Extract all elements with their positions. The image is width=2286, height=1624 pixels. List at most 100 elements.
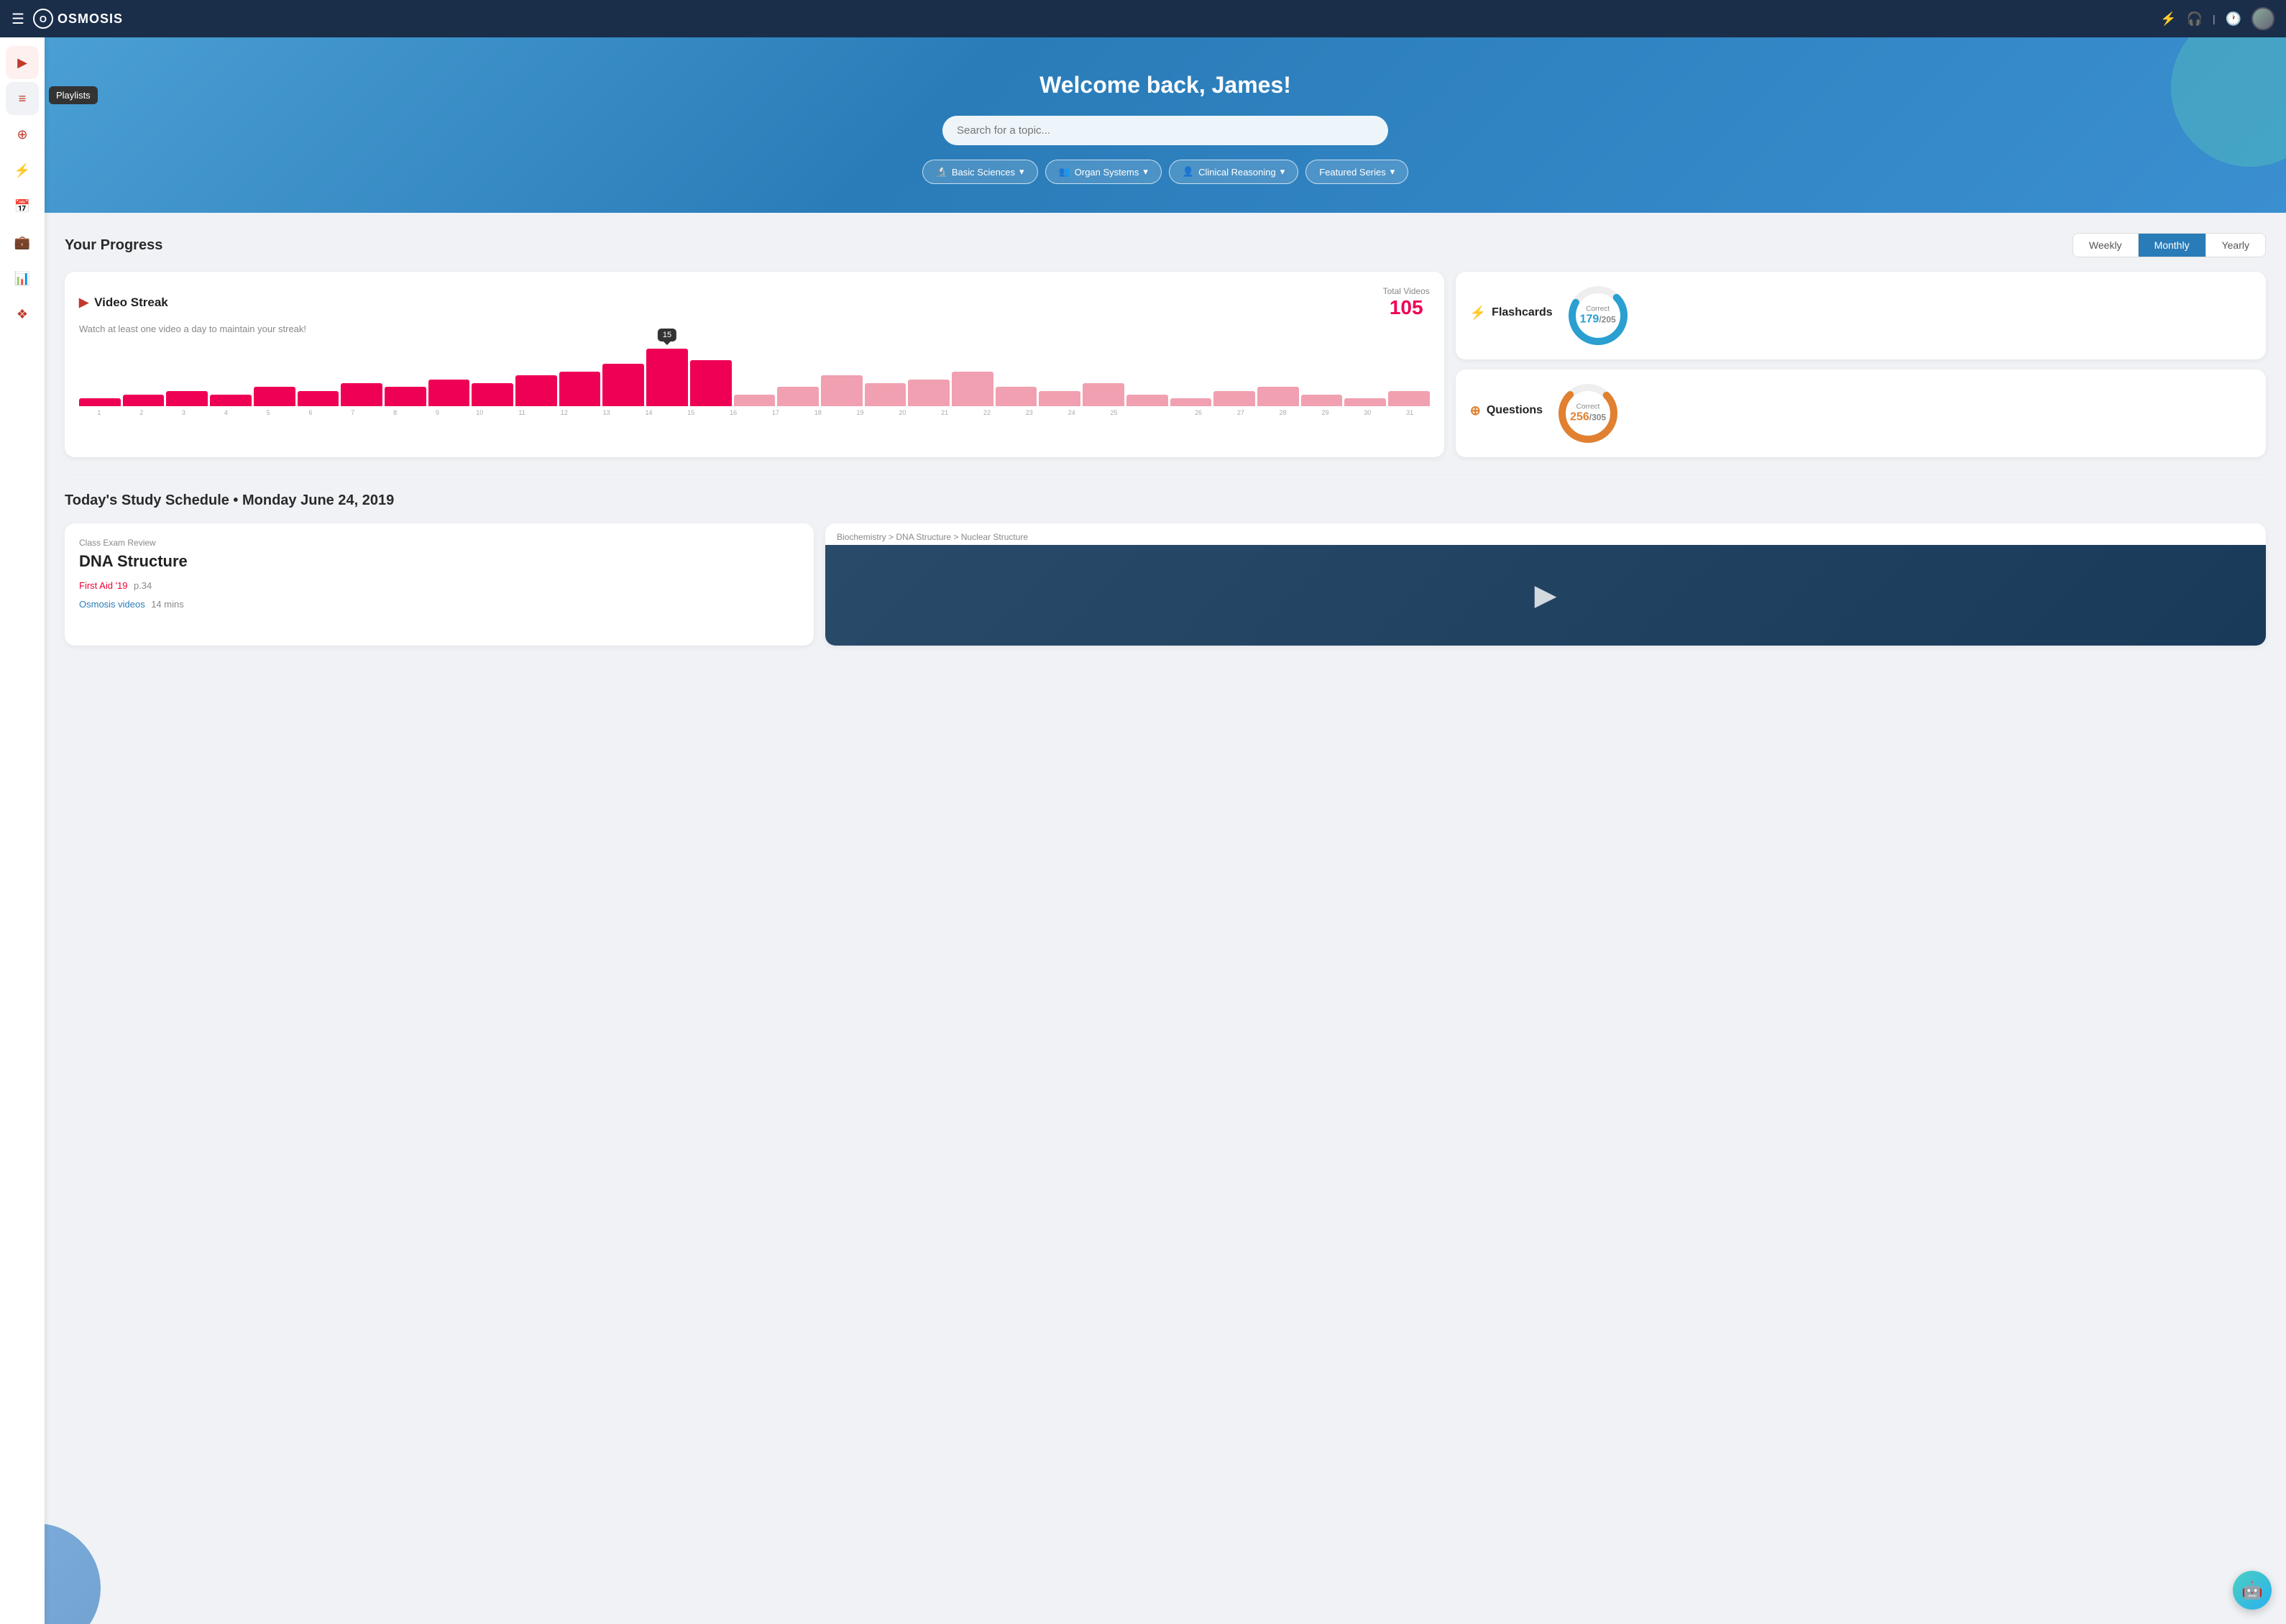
questions-correct: 256/305 <box>1570 411 1606 424</box>
bar-label-11: 11 <box>502 409 542 416</box>
questions-info: ⊕ Questions <box>1470 403 1543 424</box>
bar-5[interactable] <box>254 387 295 406</box>
streak-card: ▶ Video Streak Total Videos 105 Watch at… <box>65 272 1444 457</box>
basic-sciences-icon: 🔬 <box>936 166 947 178</box>
headset-icon[interactable]: 🎧 <box>2187 12 2203 27</box>
bar-2[interactable] <box>123 395 165 406</box>
welcome-title: Welcome back, James! <box>1039 72 1291 98</box>
sidebar-item-analytics[interactable]: 📊 <box>6 262 39 295</box>
bar-4[interactable] <box>210 395 252 406</box>
bar-13[interactable] <box>602 364 644 406</box>
bar-3[interactable] <box>166 391 208 406</box>
first-aid-link[interactable]: First Aid '19 <box>79 580 128 591</box>
sidebar-item-layers[interactable]: ❖ <box>6 298 39 331</box>
sidebar-item-schedule[interactable]: 📅 <box>6 190 39 223</box>
hamburger-icon[interactable]: ☰ <box>12 10 24 28</box>
bar-label-29: 28 <box>1263 409 1303 416</box>
osmosis-videos-meta: 14 mins <box>151 599 184 610</box>
schedule-link2-row: Osmosis videos 14 mins <box>79 598 799 611</box>
video-thumbnail[interactable]: ▶ <box>825 545 2266 646</box>
osmosis-videos-link[interactable]: Osmosis videos <box>79 599 145 610</box>
filter-clinical-reasoning[interactable]: 👤 Clinical Reasoning ▾ <box>1169 160 1298 184</box>
video-icon: ▶ <box>17 55 27 70</box>
bar-29[interactable] <box>1301 395 1343 406</box>
clinical-reasoning-label: Clinical Reasoning <box>1198 167 1276 178</box>
video-play-icon[interactable]: ▶ <box>1535 579 1557 612</box>
bar-11[interactable] <box>515 375 557 406</box>
bar-25[interactable] <box>1126 395 1168 406</box>
clock-icon[interactable]: 🕐 <box>2226 12 2241 27</box>
bar-18[interactable] <box>821 375 863 406</box>
hero-section: Welcome back, James! 🔬 Basic Sciences ▾ … <box>45 37 2286 213</box>
bar-27[interactable] <box>1213 391 1255 406</box>
top-nav: ☰ O OSMOSIS ⚡ 🎧 | 🕐 <box>0 0 2286 37</box>
schedule-right-card: Biochemistry > DNA Structure > Nuclear S… <box>825 523 2266 646</box>
sidebar-item-playlists[interactable]: ≡ <box>6 82 39 115</box>
first-aid-meta: p.34 <box>134 580 152 591</box>
bar-label-21: 21 <box>924 409 965 416</box>
bar-14[interactable]: 15 <box>646 349 688 406</box>
flashcard-bolt-icon: ⚡ <box>1470 306 1486 321</box>
bar-15[interactable] <box>690 360 732 406</box>
organ-systems-chevron: ▾ <box>1143 166 1148 178</box>
flashcards-title: ⚡ Flashcards <box>1470 306 1553 321</box>
bar-31[interactable] <box>1388 391 1430 406</box>
filter-basic-sciences[interactable]: 🔬 Basic Sciences ▾ <box>922 160 1038 184</box>
bar-19[interactable] <box>865 383 906 406</box>
app-logo[interactable]: O OSMOSIS <box>33 9 123 29</box>
chatbot-button[interactable]: 🤖 <box>2233 1571 2272 1610</box>
bar-28[interactable] <box>1257 387 1299 406</box>
filter-organ-systems[interactable]: 👥 Organ Systems ▾ <box>1045 160 1162 184</box>
sidebar-item-flashcards[interactable]: ⚡ <box>6 154 39 187</box>
bar-16[interactable] <box>734 395 776 406</box>
bar-8[interactable] <box>385 387 426 406</box>
bar-label-4: 4 <box>206 409 246 416</box>
bar-22[interactable] <box>996 387 1037 406</box>
user-avatar[interactable] <box>2251 7 2274 30</box>
sidebar-item-qbank[interactable]: ⊕ <box>6 118 39 151</box>
schedule-icon: 📅 <box>14 199 30 214</box>
filter-featured-series[interactable]: Featured Series ▾ <box>1305 160 1408 184</box>
bar-26[interactable] <box>1170 398 1212 406</box>
schedule-cards: Class Exam Review DNA Structure First Ai… <box>65 523 2266 646</box>
bar-label-6: 6 <box>290 409 331 416</box>
lightning-icon[interactable]: ⚡ <box>2160 12 2176 27</box>
flashcards-donut: Correct 179/205 <box>1566 283 1630 348</box>
period-yearly[interactable]: Yearly <box>2206 234 2265 257</box>
clinical-reasoning-icon: 👤 <box>1183 166 1194 178</box>
bar-label-27: 26 <box>1178 409 1218 416</box>
playlists-icon: ≡ <box>19 91 27 106</box>
bar-label-32: 31 <box>1390 409 1430 416</box>
donut-cards: ⚡ Flashcards Correct 179/205 <box>1456 272 2266 457</box>
bar-7[interactable] <box>341 383 382 406</box>
bar-label-13: 13 <box>587 409 627 416</box>
bar-24[interactable] <box>1083 383 1124 406</box>
bar-12[interactable] <box>559 372 601 406</box>
bar-17[interactable] <box>777 387 819 406</box>
streak-header: ▶ Video Streak Total Videos 105 <box>79 286 1430 319</box>
featured-series-label: Featured Series <box>1319 167 1386 178</box>
total-videos-box: Total Videos 105 <box>1383 286 1430 319</box>
bar-9[interactable] <box>428 380 470 406</box>
logo-circle: O <box>33 9 53 29</box>
flashcards-donut-center: Correct 179/205 <box>1580 306 1616 326</box>
bar-label-23: 23 <box>1009 409 1050 416</box>
organ-systems-icon: 👥 <box>1059 166 1070 178</box>
bar-10[interactable] <box>472 383 513 406</box>
bar-21[interactable] <box>952 372 993 406</box>
top-nav-icons: ⚡ 🎧 | 🕐 <box>2160 7 2274 30</box>
search-input[interactable] <box>942 116 1388 145</box>
sidebar-item-resources[interactable]: 💼 <box>6 226 39 259</box>
resources-icon: 💼 <box>14 235 30 250</box>
bar-label-2: 2 <box>121 409 162 416</box>
bar-20[interactable] <box>908 380 950 406</box>
bar-1[interactable] <box>79 398 121 406</box>
period-weekly[interactable]: Weekly <box>2073 234 2139 257</box>
period-monthly[interactable]: Monthly <box>2139 234 2206 257</box>
bar-6[interactable] <box>298 391 339 406</box>
bar-23[interactable] <box>1039 391 1080 406</box>
bar-chart: 15 1234567891011121314151617181920212223… <box>79 344 1430 416</box>
sidebar-item-videos[interactable]: ▶ <box>6 46 39 79</box>
bar-label-8: 8 <box>375 409 416 416</box>
bar-30[interactable] <box>1344 398 1386 406</box>
